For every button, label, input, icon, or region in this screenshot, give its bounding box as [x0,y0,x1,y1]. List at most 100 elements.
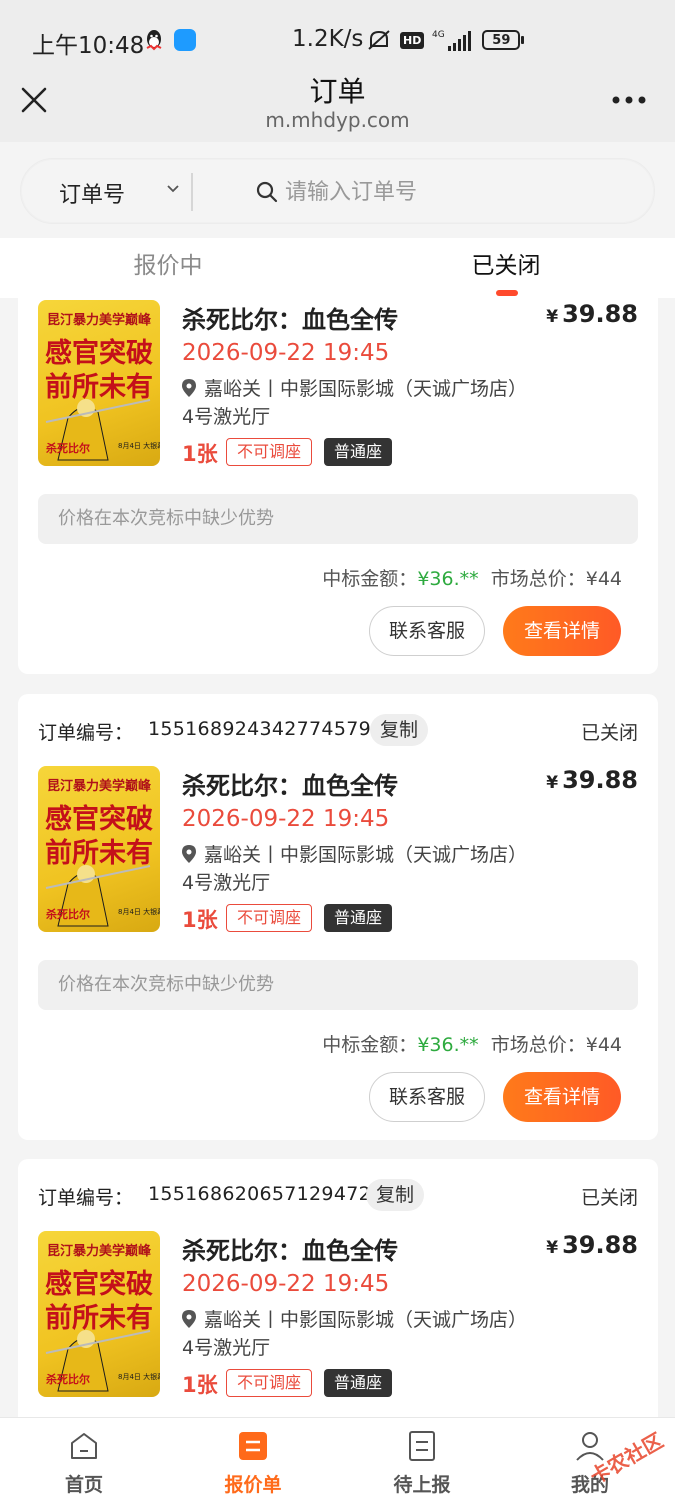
view-detail-button[interactable]: 查看详情 [503,606,621,656]
close-reason: 价格在本次竞标中缺少优势 [38,494,638,544]
tab-quoting[interactable]: 报价中 [68,246,268,280]
hall: 4号激光厅 [182,406,271,428]
home-icon [71,1433,97,1459]
currency-symbol: ¥ [546,773,559,793]
browser-app-icon [174,29,196,51]
order-status: 已关闭 [580,722,638,744]
copy-button[interactable]: 复制 [366,1179,425,1211]
search-divider [191,173,193,211]
movie-poster[interactable]: 昆汀暴力美学巅峰 感官突破 前所未有 杀死比尔 8月4日 大银幕 [38,766,160,932]
network-speed: 1.2K/s [292,26,364,52]
showtime: 2026-09-22 19:45 [182,806,390,832]
more-icon[interactable] [612,96,646,104]
poster-date: 8月4日 大银幕 [118,907,160,916]
location-pin-icon [182,1309,196,1328]
price-value: 39.88 [562,1231,638,1259]
tab-closed[interactable]: 已关闭 [406,246,606,280]
movie-title: 杀死比尔：血色全传 [182,306,398,334]
status-tabs: 报价中 已关闭 [0,238,675,298]
network-type: 4G [432,30,445,40]
nav-pending[interactable]: 待上报 [362,1418,482,1500]
market-total-label: 市场总价： [490,568,586,590]
movie-poster[interactable]: 昆汀暴力美学巅峰 感官突破 前所未有 杀死比尔 8月4日 大银幕 [38,300,160,466]
status-time: 上午10:48 [32,33,145,59]
nav-home-label: 首页 [64,1474,103,1496]
order-card-header: 订单编号： 1551686206571294721 复制 已关闭 [38,1179,638,1213]
movie-title: 杀死比尔：血色全传 [182,1237,398,1265]
poster-line2: 感官突破 [45,1268,153,1300]
order-list: 昆汀暴力美学巅峰 感官突破 前所未有 杀死比尔 8月4日 大银幕 杀死比尔：血色… [0,298,675,1417]
movie-title: 杀死比尔：血色全传 [182,772,398,800]
poster-date: 8月4日 大银幕 [118,1372,160,1381]
poster-line3: 前所未有 [45,371,153,403]
contact-service-button[interactable]: 联系客服 [369,1072,485,1122]
cinema: 嘉峪关丨中影国际影城（天诚广场店） [182,1305,527,1332]
search-input[interactable] [285,173,625,211]
close-reason: 价格在本次竞标中缺少优势 [38,960,638,1010]
order-card: 订单编号： 1551686206571294721 复制 已关闭 昆汀暴力美学巅… [18,1159,658,1417]
battery-level: 59 [482,30,521,50]
nav-home[interactable]: 首页 [24,1418,144,1500]
price-value: 39.88 [562,766,638,794]
market-total-label: 市场总价： [490,1034,586,1056]
poster-title: 杀死比尔 [46,1372,90,1386]
quote-icon [239,1432,267,1460]
status-bar: 上午10:48 1.2K/s HD 4G 59 [0,0,675,80]
win-amount: ¥36.** [417,568,479,590]
poster-line2: 感官突破 [45,803,153,835]
poster-line3: 前所未有 [45,837,153,869]
location-pin-icon [182,378,196,397]
page-title: 订单 [309,75,366,108]
bid-amounts: 中标金额：¥36.** 市场总价：¥44 [322,1030,622,1057]
tag-seat-type: 普通座 [324,1369,393,1397]
pending-icon [409,1431,435,1461]
page-url: m.mhdyp.com [265,108,410,132]
active-tab-indicator [496,290,518,296]
chevron-down-icon[interactable] [165,181,181,197]
win-amount-label: 中标金额： [322,568,418,590]
battery-icon: 59 [482,30,525,50]
contact-service-button[interactable]: 联系客服 [369,606,485,656]
cinema-name: 嘉峪关丨中影国际影城（天诚广场店） [204,844,528,866]
cinema-name: 嘉峪关丨中影国际影城（天诚广场店） [204,378,528,400]
tag-no-adjust: 不可调座 [226,438,313,466]
win-amount: ¥36.** [417,1034,479,1056]
ticket-quantity: 1张 [182,1373,218,1397]
qq-icon [146,30,162,51]
tag-no-adjust: 不可调座 [226,904,313,932]
poster-line2: 感官突破 [45,337,153,369]
poster-title: 杀死比尔 [46,907,90,921]
hall: 4号激光厅 [182,1337,271,1359]
cinema-name: 嘉峪关丨中影国际影城（天诚广场店） [204,1309,528,1331]
bottom-nav: 首页 报价单 待上报 我的 [0,1417,675,1500]
poster-line3: 前所未有 [45,1302,153,1334]
nav-quote-label: 报价单 [224,1474,282,1496]
copy-button[interactable]: 复制 [370,714,429,746]
showtime: 2026-09-22 19:45 [182,340,390,366]
ticket-quantity: 1张 [182,908,218,932]
hd-icon: HD [400,31,425,49]
currency-symbol: ¥ [546,307,559,327]
order-status: 已关闭 [580,1187,638,1209]
price-value: 39.88 [562,300,638,328]
order-no: 1551689243427745793 [148,718,384,740]
market-total: ¥44 [585,1034,622,1056]
tag-seat-type: 普通座 [324,904,393,932]
order-price: ¥39.88 [546,766,638,794]
bid-amounts: 中标金额：¥36.** 市场总价：¥44 [322,564,622,591]
showtime: 2026-09-22 19:45 [182,1271,390,1297]
order-price: ¥39.88 [546,300,638,328]
currency-symbol: ¥ [546,1238,559,1258]
hall: 4号激光厅 [182,872,271,894]
view-detail-button[interactable]: 查看详情 [503,1072,621,1122]
order-price: ¥39.88 [546,1231,638,1259]
market-total: ¥44 [585,568,622,590]
search-type-select[interactable]: 订单号 [59,177,125,209]
movie-poster[interactable]: 昆汀暴力美学巅峰 感官突破 前所未有 杀死比尔 8月4日 大银幕 [38,1231,160,1397]
order-no-label: 订单编号： [38,1187,134,1209]
search-bar: 订单号 [20,158,655,224]
nav-quote[interactable]: 报价单 [193,1418,313,1500]
watermark-logo: 卡农社区 [586,1428,667,1489]
win-amount-label: 中标金额： [322,1034,418,1056]
cinema: 嘉峪关丨中影国际影城（天诚广场店） [182,840,527,867]
